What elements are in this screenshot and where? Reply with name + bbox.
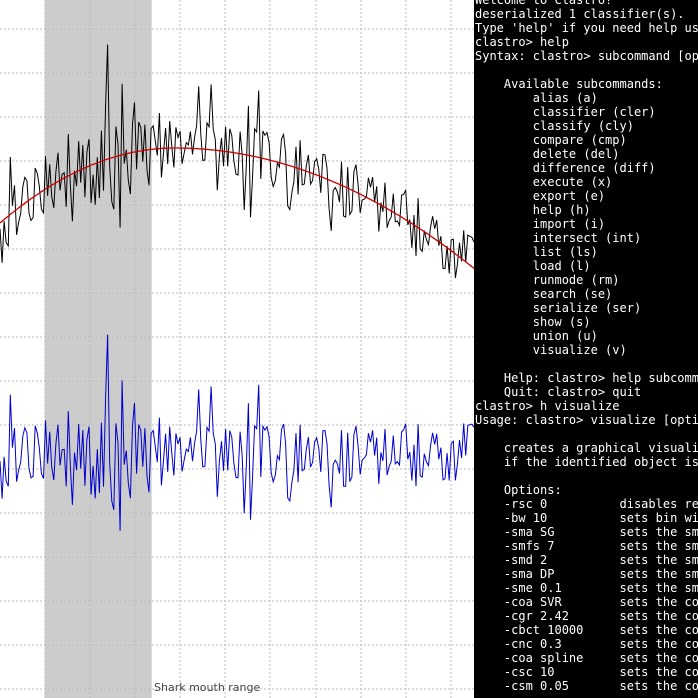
terminal-window[interactable]: Welcome to Clastro! deserialized 1 class… xyxy=(474,0,698,698)
terminal-output: Welcome to Clastro! deserialized 1 class… xyxy=(475,0,698,693)
plot-area: Shark mouth range xyxy=(0,0,474,698)
shark-mouth-region xyxy=(44,0,152,698)
region-label: Shark mouth range xyxy=(154,681,261,694)
spectrum-plot xyxy=(0,0,474,698)
